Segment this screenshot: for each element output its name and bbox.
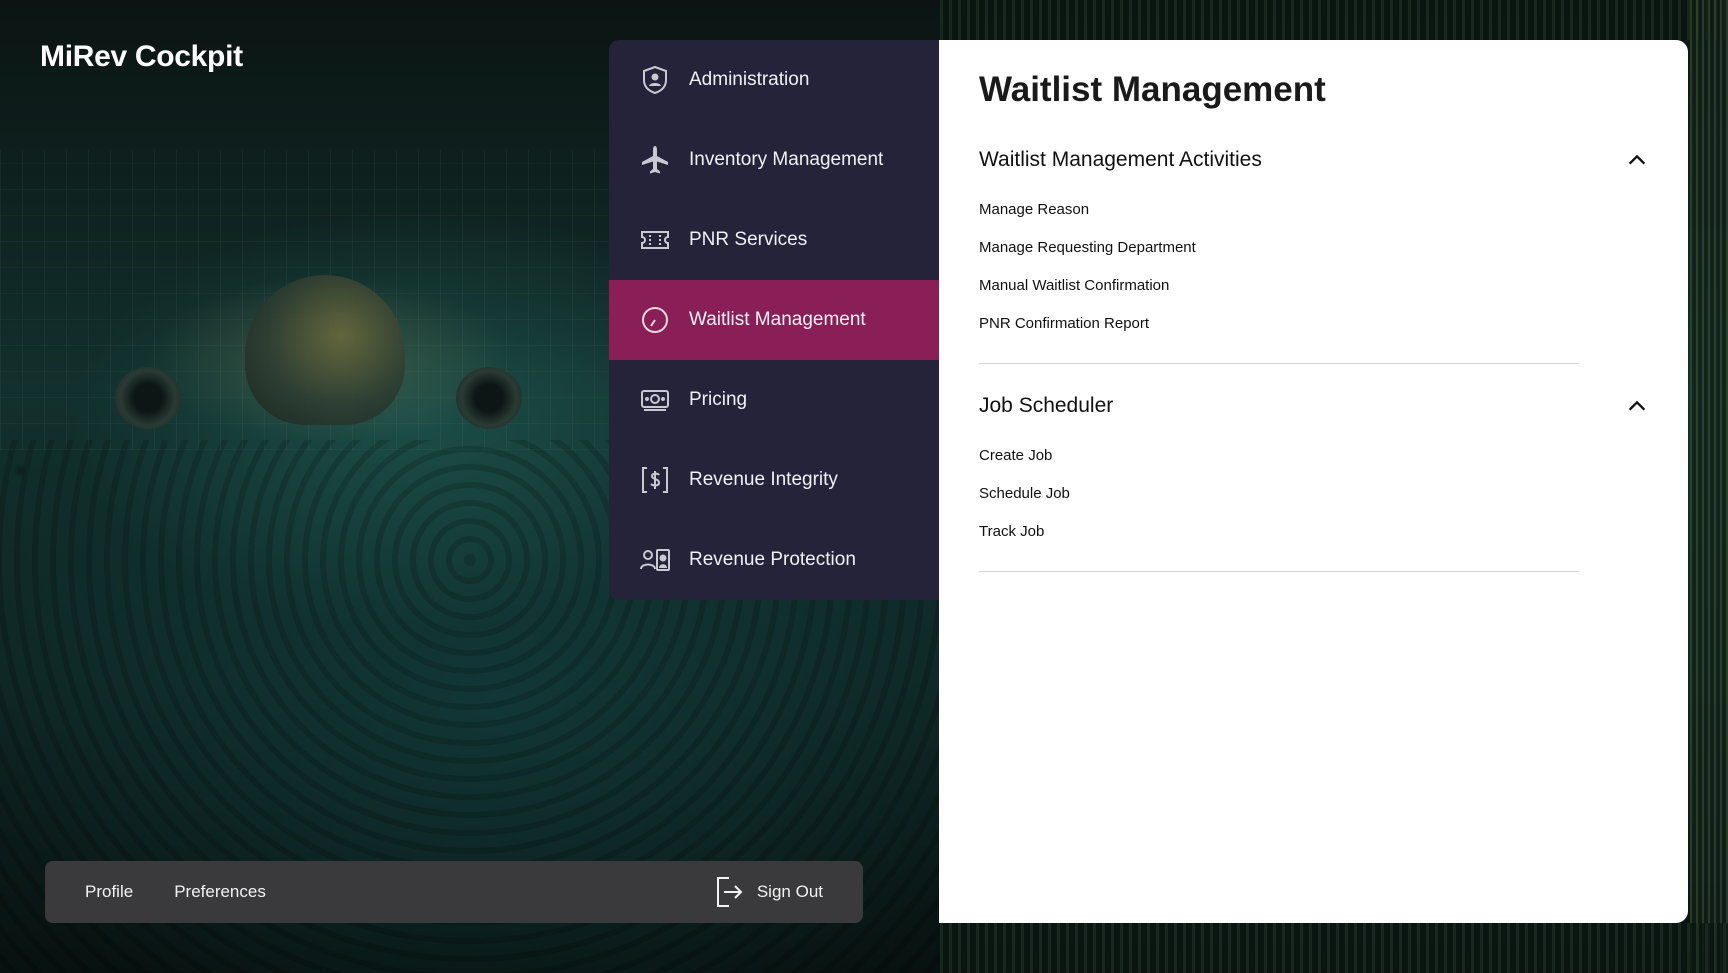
link-track-job[interactable]: Track Job: [979, 513, 1648, 551]
preferences-button[interactable]: Preferences: [174, 882, 266, 902]
menu-item-waitlist-management[interactable]: Waitlist Management: [609, 280, 939, 360]
section-waitlist-activities: Waitlist Management Activities Manage Re…: [979, 145, 1648, 364]
sign-out-button[interactable]: Sign Out: [715, 875, 823, 909]
menu-item-pricing[interactable]: Pricing: [609, 360, 939, 440]
menu-item-label: Revenue Integrity: [689, 469, 838, 490]
menu-item-label: Inventory Management: [689, 149, 884, 170]
section-header[interactable]: Job Scheduler: [979, 391, 1648, 421]
link-create-job[interactable]: Create Job: [979, 437, 1648, 475]
section-job-scheduler: Job Scheduler Create Job Schedule Job Tr…: [979, 391, 1648, 572]
link-manual-waitlist-confirmation[interactable]: Manual Waitlist Confirmation: [979, 267, 1648, 305]
link-schedule-job[interactable]: Schedule Job: [979, 475, 1648, 513]
dollar-bracket-icon: [637, 462, 673, 498]
person-badge-icon: [637, 542, 673, 578]
link-manage-reason[interactable]: Manage Reason: [979, 191, 1648, 229]
section-header[interactable]: Waitlist Management Activities: [979, 145, 1648, 175]
menu-item-label: Waitlist Management: [689, 309, 866, 330]
link-list: Create Job Schedule Job Track Job: [979, 437, 1648, 551]
shield-user-icon: [637, 62, 673, 98]
airplane-icon: [637, 142, 673, 178]
menu-item-pnr-services[interactable]: PNR Services: [609, 200, 939, 280]
page-title: Waitlist Management: [979, 70, 1326, 109]
link-manage-requesting-department[interactable]: Manage Requesting Department: [979, 229, 1648, 267]
link-pnr-confirmation-report[interactable]: PNR Confirmation Report: [979, 305, 1648, 343]
main-menu: Administration Inventory Management PNR …: [609, 40, 939, 600]
section-divider: [979, 571, 1579, 572]
chevron-up-icon[interactable]: [1626, 395, 1648, 417]
content-panel: Waitlist Management Waitlist Management …: [939, 40, 1688, 923]
menu-item-label: Revenue Protection: [689, 549, 856, 570]
sign-out-icon: [716, 877, 743, 907]
section-title: Job Scheduler: [979, 394, 1114, 417]
app-title: MiRev Cockpit: [40, 40, 243, 73]
ticket-icon: [637, 222, 673, 258]
chevron-up-icon[interactable]: [1626, 149, 1648, 171]
menu-item-label: Administration: [689, 69, 810, 90]
background-airplane: [245, 275, 405, 425]
background-engine-left: [115, 367, 181, 429]
section-title: Waitlist Management Activities: [979, 148, 1262, 171]
user-bar: Profile Preferences Sign Out: [45, 861, 863, 923]
menu-item-administration[interactable]: Administration: [609, 40, 939, 120]
clock-icon: [637, 302, 673, 338]
menu-item-revenue-integrity[interactable]: Revenue Integrity: [609, 440, 939, 520]
link-list: Manage Reason Manage Requesting Departme…: [979, 191, 1648, 343]
menu-item-revenue-protection[interactable]: Revenue Protection: [609, 520, 939, 600]
background-texture-top: [940, 0, 1728, 40]
menu-item-label: PNR Services: [689, 229, 808, 250]
menu-item-label: Pricing: [689, 389, 748, 410]
profile-button[interactable]: Profile: [85, 882, 133, 902]
menu-item-inventory-management[interactable]: Inventory Management: [609, 120, 939, 200]
background-texture-right: [1690, 0, 1728, 973]
banknote-icon: [637, 382, 673, 418]
sign-out-label: Sign Out: [756, 882, 823, 901]
background-engine-right: [456, 367, 522, 429]
section-divider: [979, 363, 1579, 364]
background-texture-bottom: [940, 923, 1728, 973]
